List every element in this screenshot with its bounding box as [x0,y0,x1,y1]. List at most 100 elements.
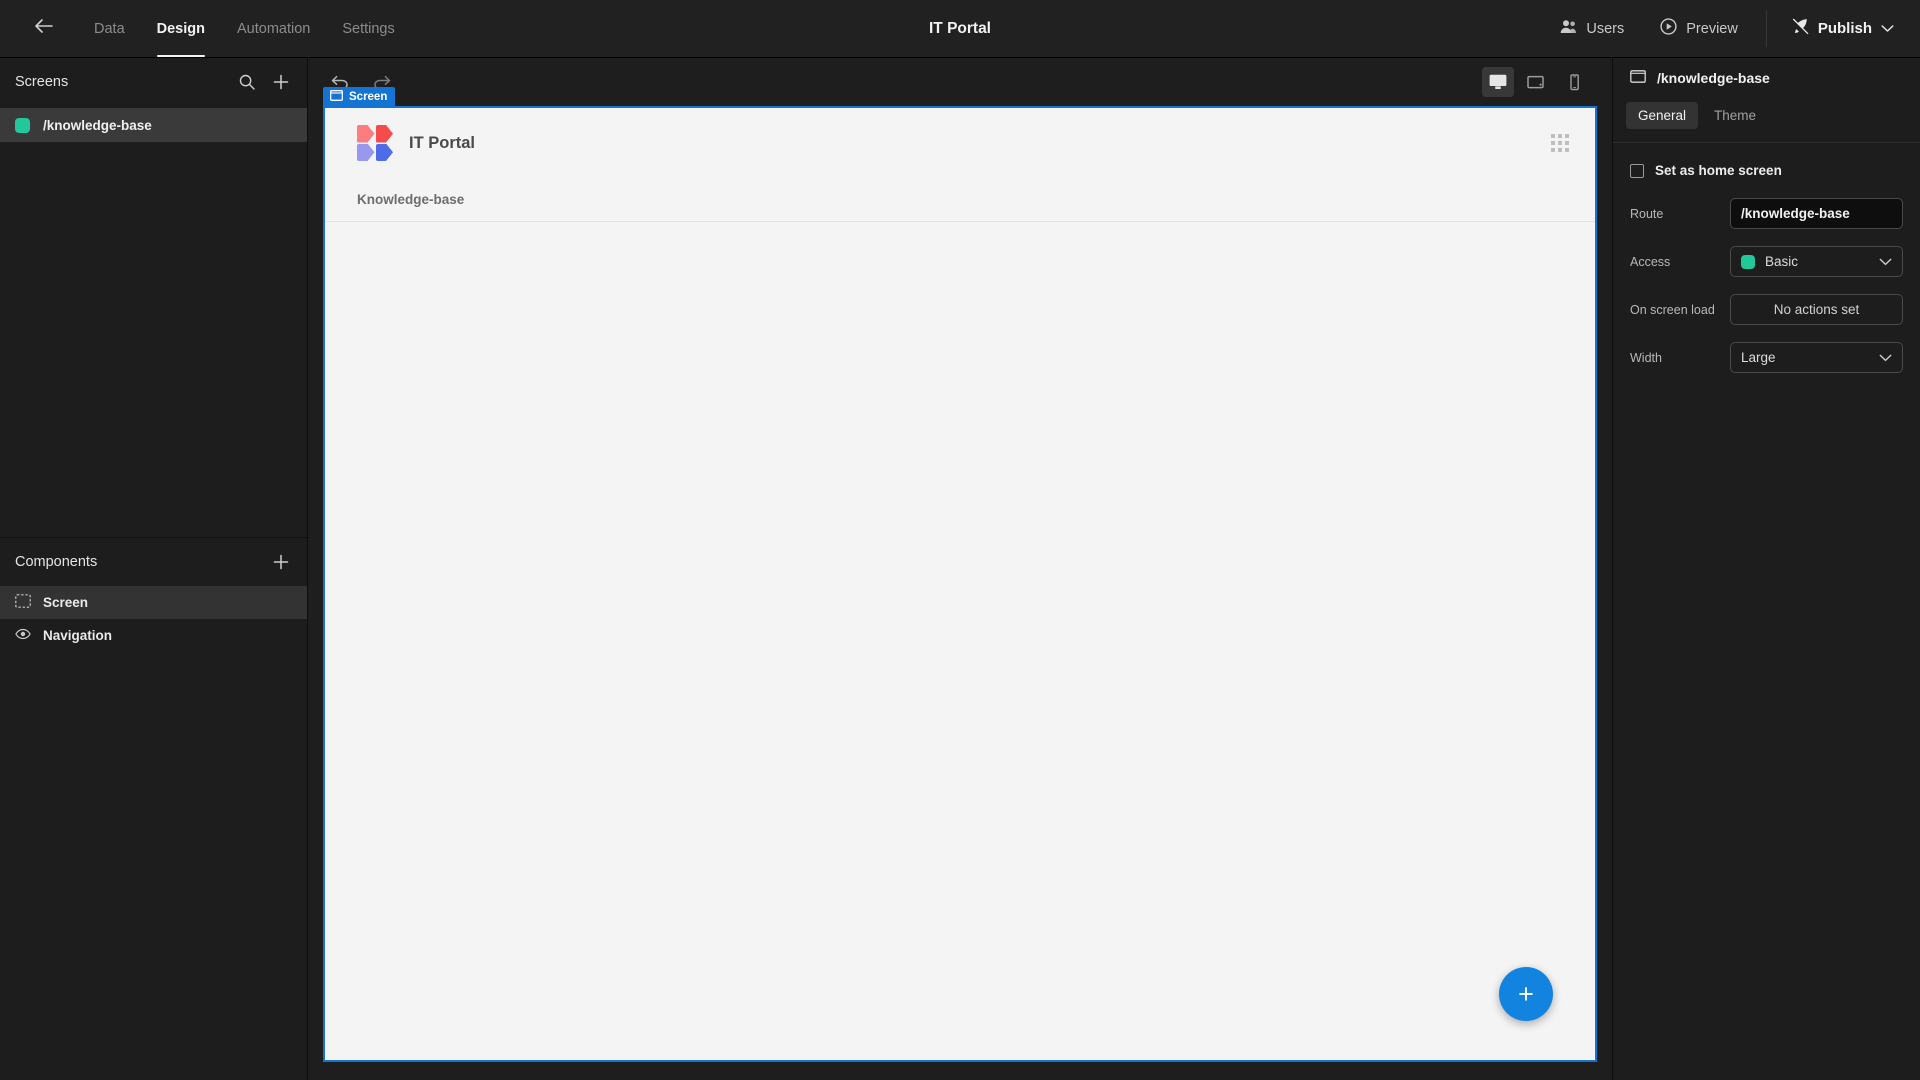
eye-icon [15,628,31,643]
screens-title: Screens [15,74,69,90]
logo-cell-top-right [375,125,393,143]
play-circle-icon [1660,18,1677,39]
app-nav-strip: Knowledge-base [325,178,1595,222]
access-label: Access [1630,254,1671,269]
device-tablet-button[interactable] [1520,67,1552,97]
back-button[interactable] [22,0,64,57]
component-item-label: Screen [43,594,89,610]
toolbar-divider [1765,10,1767,47]
add-component-fab[interactable]: + [1499,967,1553,1021]
components-title: Components [15,553,98,570]
screen-canvas-frame[interactable]: Screen IT Portal Knowledge-base + [323,87,1597,1062]
canvas-area: Screen IT Portal Knowledge-base + [308,58,1612,1080]
publish-label: Publish [1817,20,1872,37]
drag-handle-icon[interactable] [1551,134,1569,152]
inspector-tabs: General Theme [1613,98,1920,142]
publish-button[interactable]: Publish [1773,0,1920,57]
nav-tab-label: Data [94,20,125,37]
right-inspector-panel: /knowledge-base General Theme Set as hom… [1612,58,1920,1080]
tab-label: Theme [1714,108,1757,123]
route-input[interactable]: /knowledge-base [1730,198,1903,229]
width-row: Width Large [1630,342,1903,373]
component-item-navigation[interactable]: Navigation [0,619,307,652]
sidebar-empty-space [0,652,307,1080]
logo-cell-bottom-right [375,143,393,161]
tab-theme[interactable]: Theme [1702,102,1768,129]
main-area: Screens /knowledge-base Components Scree… [0,58,1920,1080]
app-logo-icon [357,125,393,161]
on-screen-load-row: On screen load No actions set [1630,294,1903,325]
route-label: Route [1630,206,1664,221]
access-row: Access Basic [1630,246,1903,277]
components-panel: Components Screen Navigation [0,536,307,652]
preview-button[interactable]: Preview [1642,0,1756,57]
app-name-label: IT Portal [409,133,476,152]
canvas-toolbar [308,58,1612,106]
left-sidebar: Screens /knowledge-base Components Scree… [0,58,308,1080]
screen-icon [1630,70,1646,86]
set-home-screen-row[interactable]: Set as home screen [1613,143,1920,198]
nav-tab-label: Automation [236,20,311,37]
route-row: Route /knowledge-base [1630,198,1903,229]
top-bar-left: Data Design Automation Settings [0,0,411,57]
components-panel-header: Components [0,538,307,586]
chevron-down-icon[interactable] [1881,20,1894,37]
selection-label-text: Screen [349,91,388,103]
width-select[interactable]: Large [1730,342,1903,373]
screen-item-knowledge-base[interactable]: /knowledge-base [0,108,307,142]
screen-body: + [325,222,1595,1059]
screens-list: /knowledge-base [0,106,307,537]
set-home-screen-label: Set as home screen [1655,163,1782,178]
chevron-down-icon [1879,350,1892,365]
width-label: Width [1630,350,1662,365]
users-icon [1560,19,1577,38]
width-value: Large [1741,350,1776,365]
tab-general[interactable]: General [1626,102,1699,129]
device-preview-toggle [1482,67,1590,97]
nav-tab-data[interactable]: Data [78,0,141,57]
components-panel-actions [273,554,289,570]
preview-label: Preview [1686,20,1738,37]
top-bar-right: Users Preview Publish [1542,0,1920,57]
nav-tab-settings[interactable]: Settings [326,0,410,57]
access-color-badge [15,117,30,133]
logo-cell-top-left [357,125,375,143]
inspector-title-text: /knowledge-base [1657,70,1770,86]
nav-link-knowledge-base[interactable]: Knowledge-base [357,192,464,207]
users-button[interactable]: Users [1542,0,1642,57]
add-screen-icon[interactable] [273,74,289,90]
access-value: Basic [1765,254,1799,269]
canvas-viewport: Screen IT Portal Knowledge-base + [308,87,1612,1080]
nav-tab-label: Design [156,20,205,37]
inspector-header: /knowledge-base [1613,58,1920,98]
on-screen-load-label: On screen load [1630,302,1715,317]
screen-item-label: /knowledge-base [43,117,152,133]
arrow-left-icon [34,18,53,39]
screen-icon [15,593,31,611]
chevron-down-icon [1879,254,1892,269]
main-nav-tabs: Data Design Automation Settings [78,0,411,57]
app-header: IT Portal [325,108,1595,178]
users-label: Users [1586,20,1625,37]
screen-icon [330,90,343,104]
nav-tab-label: Settings [342,20,395,37]
component-item-screen[interactable]: Screen [0,585,307,619]
add-component-icon[interactable] [273,554,289,570]
inspector-form: Route /knowledge-base Access Basic On sc… [1613,198,1920,373]
device-desktop-button[interactable] [1482,67,1514,97]
nav-tab-automation[interactable]: Automation [221,0,326,57]
component-item-label: Navigation [43,627,113,643]
search-icon[interactable] [239,74,255,90]
selection-label-screen[interactable]: Screen [323,87,396,107]
access-color-badge [1741,254,1755,269]
tab-label: General [1638,108,1687,123]
device-mobile-button[interactable] [1558,67,1590,97]
top-bar: Data Design Automation Settings IT Porta… [0,0,1920,58]
screens-panel-header: Screens [0,58,307,106]
set-home-screen-checkbox[interactable] [1630,163,1644,178]
nav-tab-design[interactable]: Design [141,0,221,57]
on-screen-load-button[interactable]: No actions set [1730,294,1903,325]
logo-cell-bottom-left [357,143,375,161]
screens-panel-actions [239,74,289,90]
access-select[interactable]: Basic [1730,246,1903,277]
